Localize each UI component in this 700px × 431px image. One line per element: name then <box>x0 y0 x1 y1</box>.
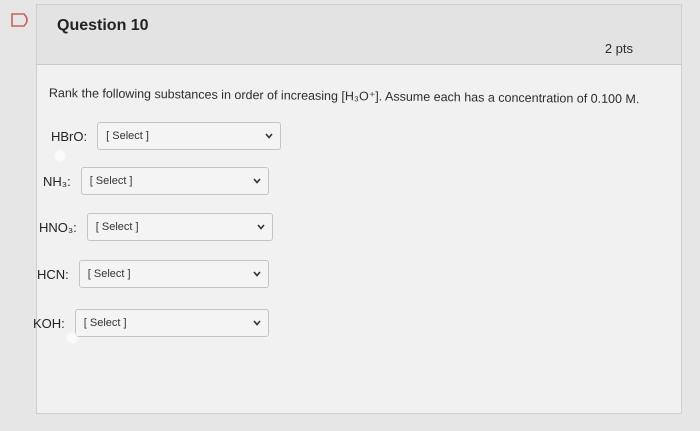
answer-select-nh3[interactable]: [ Select ] <box>80 167 269 195</box>
answer-label: HCN: <box>37 266 69 282</box>
answer-row: HBrO: [ Select ] <box>51 122 282 150</box>
select-value: [ Select ] <box>106 130 149 142</box>
quiz-page: Question 10 2 pts Rank the following sub… <box>0 0 700 431</box>
chevron-down-icon <box>253 271 261 277</box>
question-title: Question 10 <box>57 17 149 34</box>
answer-select-hcn[interactable]: [ Select ] <box>78 260 269 288</box>
answer-row: NH₃: [ Select ] <box>43 167 269 195</box>
select-value: [ Select ] <box>95 221 139 233</box>
question-points: 2 pts <box>604 41 633 56</box>
chevron-down-icon <box>253 178 261 184</box>
cursor-dot <box>55 151 65 161</box>
question-card: Question 10 2 pts Rank the following sub… <box>33 4 682 414</box>
question-header: Question 10 2 pts <box>37 5 681 65</box>
select-value: [ Select ] <box>89 175 133 187</box>
chevron-down-icon <box>257 224 265 230</box>
answer-select-hno3[interactable]: [ Select ] <box>86 213 273 241</box>
chevron-down-icon <box>253 320 261 326</box>
cursor-dot <box>67 333 77 343</box>
answer-select-hbro[interactable]: [ Select ] <box>97 122 282 150</box>
select-value: [ Select ] <box>87 268 131 280</box>
answer-label: NH₃: <box>43 173 71 189</box>
answer-row: HCN: [ Select ] <box>37 260 269 288</box>
question-prompt: Rank the following substances in order o… <box>48 85 640 107</box>
answer-select-koh[interactable]: [ Select ] <box>74 309 269 337</box>
chevron-down-icon <box>265 133 273 139</box>
select-value: [ Select ] <box>83 317 127 329</box>
flag-icon[interactable] <box>10 12 32 28</box>
answer-label: HBrO: <box>51 128 88 144</box>
answer-label: HNO₃: <box>39 219 77 235</box>
answer-label: KOH: <box>33 315 65 331</box>
answer-row: HNO₃: [ Select ] <box>39 213 273 241</box>
